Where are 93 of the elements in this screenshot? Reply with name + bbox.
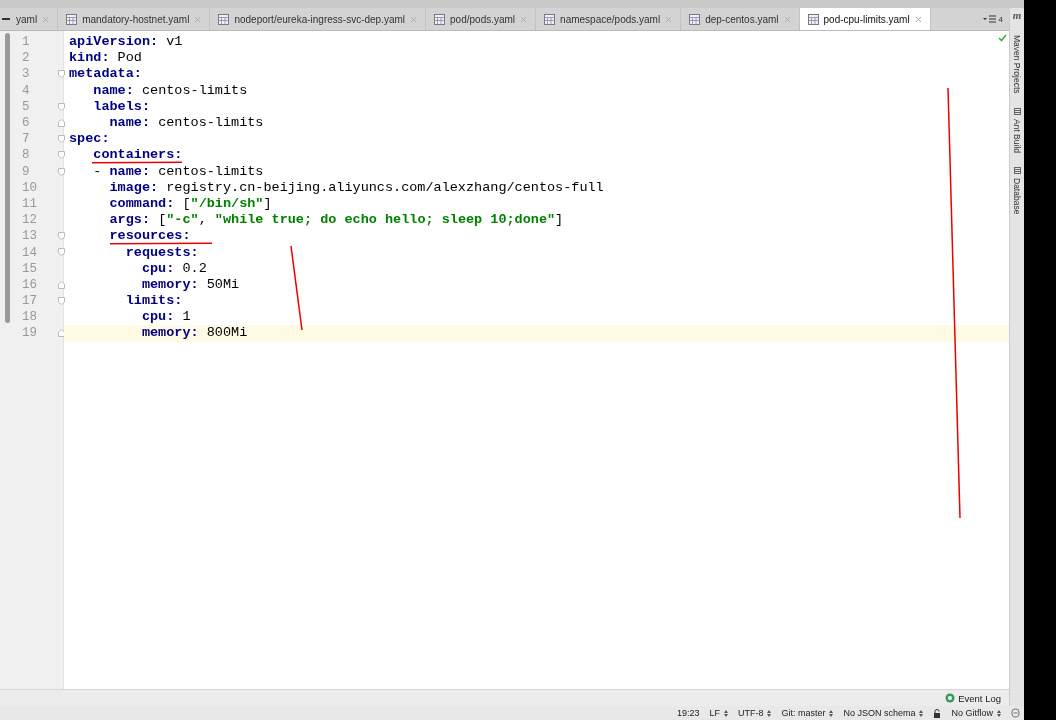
file-icon bbox=[544, 13, 556, 25]
tool-window-icon bbox=[1013, 166, 1021, 174]
line-number: 4 bbox=[22, 83, 31, 98]
event-log-button[interactable]: Event Log bbox=[945, 692, 1001, 704]
fold-icon[interactable] bbox=[58, 151, 65, 160]
tool-window-tab[interactable]: Maven Projects bbox=[1012, 35, 1022, 94]
tool-window-tab[interactable]: Database bbox=[1012, 177, 1022, 214]
line-number: 15 bbox=[22, 261, 38, 276]
code-line: cpu: 1 bbox=[141, 311, 191, 324]
up-down-icon bbox=[997, 709, 1001, 717]
close-icon[interactable] bbox=[42, 15, 50, 23]
file-icon bbox=[218, 13, 230, 25]
lock-icon[interactable] bbox=[933, 708, 942, 718]
cursor-position[interactable]: 19:23 bbox=[676, 708, 700, 718]
file-icon bbox=[434, 13, 446, 25]
line-number: 13 bbox=[22, 229, 38, 244]
tool-window-icon bbox=[1013, 107, 1021, 115]
code-line: command: ["/bin/sh"] bbox=[109, 197, 272, 210]
file-icon bbox=[66, 13, 78, 25]
code-line: resources: bbox=[109, 230, 191, 243]
code-line: spec: bbox=[69, 133, 110, 146]
code-line: name: centos-limits bbox=[93, 84, 248, 97]
line-number: 14 bbox=[22, 245, 38, 260]
file-tab[interactable]: pod-cpu-limits.yaml bbox=[799, 8, 931, 30]
tab-list-icon[interactable] bbox=[982, 15, 997, 23]
status-item[interactable]: No Gitflow bbox=[951, 708, 993, 718]
code-line: metadata: bbox=[69, 68, 142, 81]
file-icon bbox=[689, 13, 701, 25]
line-number: 19 bbox=[22, 326, 38, 341]
fold-icon[interactable] bbox=[58, 232, 65, 241]
code-line: apiVersion: v1 bbox=[69, 36, 183, 49]
fold-icon[interactable] bbox=[58, 70, 65, 79]
close-icon[interactable] bbox=[914, 15, 922, 23]
code-line: requests: bbox=[125, 246, 199, 259]
line-number: 12 bbox=[22, 213, 38, 228]
fold-icon[interactable] bbox=[58, 329, 65, 338]
fold-icon[interactable] bbox=[58, 248, 65, 257]
scrollbar-thumb[interactable] bbox=[5, 33, 10, 323]
code-line: kind: Pod bbox=[69, 52, 142, 65]
code-line: args: ["-c", "while true; do echo hello; sleep 10;done"] bbox=[109, 214, 564, 227]
close-icon[interactable] bbox=[783, 15, 791, 23]
fold-icon[interactable] bbox=[58, 167, 65, 176]
status-item[interactable]: UTF-8 bbox=[737, 708, 764, 718]
line-number: 16 bbox=[22, 277, 38, 292]
line-number: 9 bbox=[22, 164, 31, 179]
up-down-icon bbox=[767, 709, 772, 717]
line-number: 3 bbox=[22, 67, 31, 82]
close-icon[interactable] bbox=[665, 15, 673, 23]
check-icon bbox=[998, 34, 1007, 42]
file-tab[interactable]: yaml bbox=[14, 8, 59, 30]
up-down-icon bbox=[829, 709, 834, 717]
fold-icon[interactable] bbox=[58, 297, 65, 305]
status-item[interactable]: No JSON schema bbox=[843, 708, 916, 718]
file-icon bbox=[807, 13, 819, 25]
line-number: 8 bbox=[22, 148, 31, 163]
hidden-tab-count: 4 bbox=[998, 14, 1003, 24]
fold-icon[interactable] bbox=[58, 135, 65, 144]
line-number: 7 bbox=[22, 132, 31, 147]
code-line: - name: centos-limits bbox=[93, 165, 264, 178]
file-tab[interactable]: nodeport/eureka-ingress-svc-dep.yaml bbox=[210, 8, 427, 30]
up-down-icon bbox=[919, 709, 924, 717]
line-number: 10 bbox=[22, 180, 38, 195]
fold-icon[interactable] bbox=[58, 102, 65, 111]
code-line: cpu: 0.2 bbox=[141, 262, 207, 275]
maven-icon-letter[interactable]: m bbox=[1012, 10, 1022, 21]
code-line: memory: 50Mi bbox=[141, 278, 240, 291]
code-line: name: centos-limits bbox=[109, 117, 264, 130]
code-line: memory: 800Mi bbox=[141, 327, 248, 340]
code-line: limits: bbox=[125, 295, 183, 308]
close-icon[interactable] bbox=[520, 15, 528, 23]
file-tab[interactable]: namespace/pods.yaml bbox=[536, 8, 682, 30]
file-tab[interactable]: mandatory-hostnet.yaml bbox=[58, 8, 211, 30]
file-tab[interactable]: pod/pods.yaml bbox=[426, 8, 537, 30]
close-icon[interactable] bbox=[194, 15, 202, 23]
line-number: 5 bbox=[22, 99, 31, 114]
file-tab[interactable]: dep-centos.yaml bbox=[681, 8, 800, 30]
line-number: 6 bbox=[22, 116, 31, 131]
code-line: labels: bbox=[93, 100, 151, 113]
line-number: 17 bbox=[22, 294, 38, 309]
tool-window-tab[interactable]: Ant Build bbox=[1012, 118, 1022, 153]
line-number: 2 bbox=[22, 51, 31, 66]
speech-bubble-icon bbox=[945, 693, 956, 703]
line-number: 1 bbox=[22, 35, 31, 50]
code-line: containers: bbox=[93, 149, 183, 162]
fold-icon[interactable] bbox=[58, 280, 65, 289]
up-down-icon bbox=[723, 709, 728, 717]
line-number: 18 bbox=[22, 310, 38, 325]
line-number: 11 bbox=[22, 196, 38, 211]
close-icon[interactable] bbox=[410, 15, 418, 23]
code-line: image: registry.cn-beijing.aliyuncs.com/alexzhang/centos-full bbox=[109, 181, 604, 194]
fold-icon[interactable] bbox=[58, 118, 65, 127]
status-item[interactable]: Git: master bbox=[781, 708, 826, 718]
status-item[interactable]: LF bbox=[709, 708, 720, 718]
